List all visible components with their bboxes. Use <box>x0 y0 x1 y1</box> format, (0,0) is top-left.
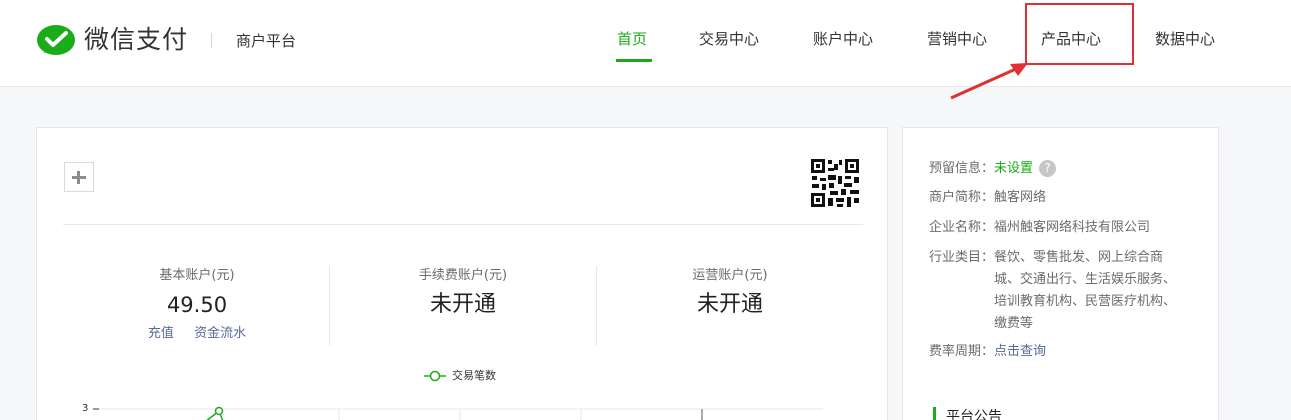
basic-account-balance: 49.50 <box>166 293 228 317</box>
industry-row: 行业类目： 餐饮、零售批发、网上综合商城、交通出行、生活娱乐服务、培训教育机构、… <box>929 247 1180 335</box>
brand-divider <box>211 33 212 48</box>
highlight-box <box>1025 3 1134 65</box>
reserved-info-label: 预留信息： <box>929 161 995 176</box>
reserved-info-row: 预留信息： 未设置 ? <box>929 158 1057 180</box>
fee-account: 手续费账户(元) 未开通 <box>330 266 596 320</box>
operating-account: 运营账户(元) 未开通 <box>597 266 863 320</box>
nav-data[interactable]: 数据中心 <box>1155 28 1215 50</box>
company-name-value: 福州触客网络科技有限公司 <box>994 220 1151 235</box>
data-point <box>214 406 224 416</box>
merchant-info-card: 预留信息： 未设置 ? 商户简称： 触客网络 企业名称： 福州触客网络科技有限公… <box>902 127 1219 420</box>
fund-flow-link[interactable]: 资金流水 <box>194 326 246 341</box>
company-name-label: 企业名称： <box>929 220 995 235</box>
platform-name: 商户平台 <box>236 32 297 50</box>
short-name-row: 商户简称： 触客网络 <box>929 187 1046 209</box>
fee-account-label: 手续费账户(元) <box>418 268 508 283</box>
basic-account: 基本账户(元) 49.50 充值 资金流水 <box>64 266 330 344</box>
nav-active-indicator <box>616 59 652 62</box>
transactions-chart <box>93 406 823 420</box>
card-divider <box>63 224 863 225</box>
company-name-row: 企业名称： 福州触客网络科技有限公司 <box>929 217 1150 239</box>
basic-account-links: 充值 资金流水 <box>64 324 330 344</box>
platform-notice-title: 平台公告 <box>933 407 1002 420</box>
nav-transactions[interactable]: 交易中心 <box>699 28 759 50</box>
legend-label: 交易笔数 <box>452 369 496 382</box>
fee-cycle-label: 费率周期： <box>929 344 995 359</box>
basic-account-label: 基本账户(元) <box>159 268 235 283</box>
operating-account-label: 运营账户(元) <box>692 268 768 283</box>
nav-accounts[interactable]: 账户中心 <box>813 28 873 50</box>
recharge-link[interactable]: 充值 <box>148 326 174 341</box>
short-name-label: 商户简称： <box>929 190 995 205</box>
industry-value: 餐饮、零售批发、网上综合商城、交通出行、生活娱乐服务、培训教育机构、民营医疗机构… <box>994 250 1177 331</box>
fee-cycle-row: 费率周期： 点击查询 <box>929 341 1046 363</box>
series-line <box>206 410 220 420</box>
reserved-info-value[interactable]: 未设置 <box>994 158 1033 180</box>
fee-account-status: 未开通 <box>429 292 496 317</box>
brand-name: 微信支付 <box>84 25 189 54</box>
account-overview-card: 基本账户(元) 49.50 充值 资金流水 手续费账户(元) 未开通 运营账户(… <box>36 127 888 420</box>
industry-label: 行业类目： <box>929 250 995 265</box>
annotation-arrow-icon <box>950 63 1028 100</box>
chart-legend[interactable]: 交易笔数 <box>424 368 496 384</box>
legend-line-icon <box>424 370 446 382</box>
nav-home[interactable]: 首页 <box>617 28 647 50</box>
short-name-value: 触客网络 <box>994 190 1047 205</box>
add-shortcut-button[interactable] <box>64 162 94 192</box>
wechat-pay-logo-icon[interactable] <box>36 24 76 58</box>
nav-marketing[interactable]: 营销中心 <box>927 28 987 50</box>
help-icon[interactable]: ? <box>1039 160 1057 177</box>
operating-account-status: 未开通 <box>696 292 763 317</box>
qr-code-icon[interactable] <box>810 158 860 208</box>
fee-cycle-query-link[interactable]: 点击查询 <box>994 341 1046 363</box>
